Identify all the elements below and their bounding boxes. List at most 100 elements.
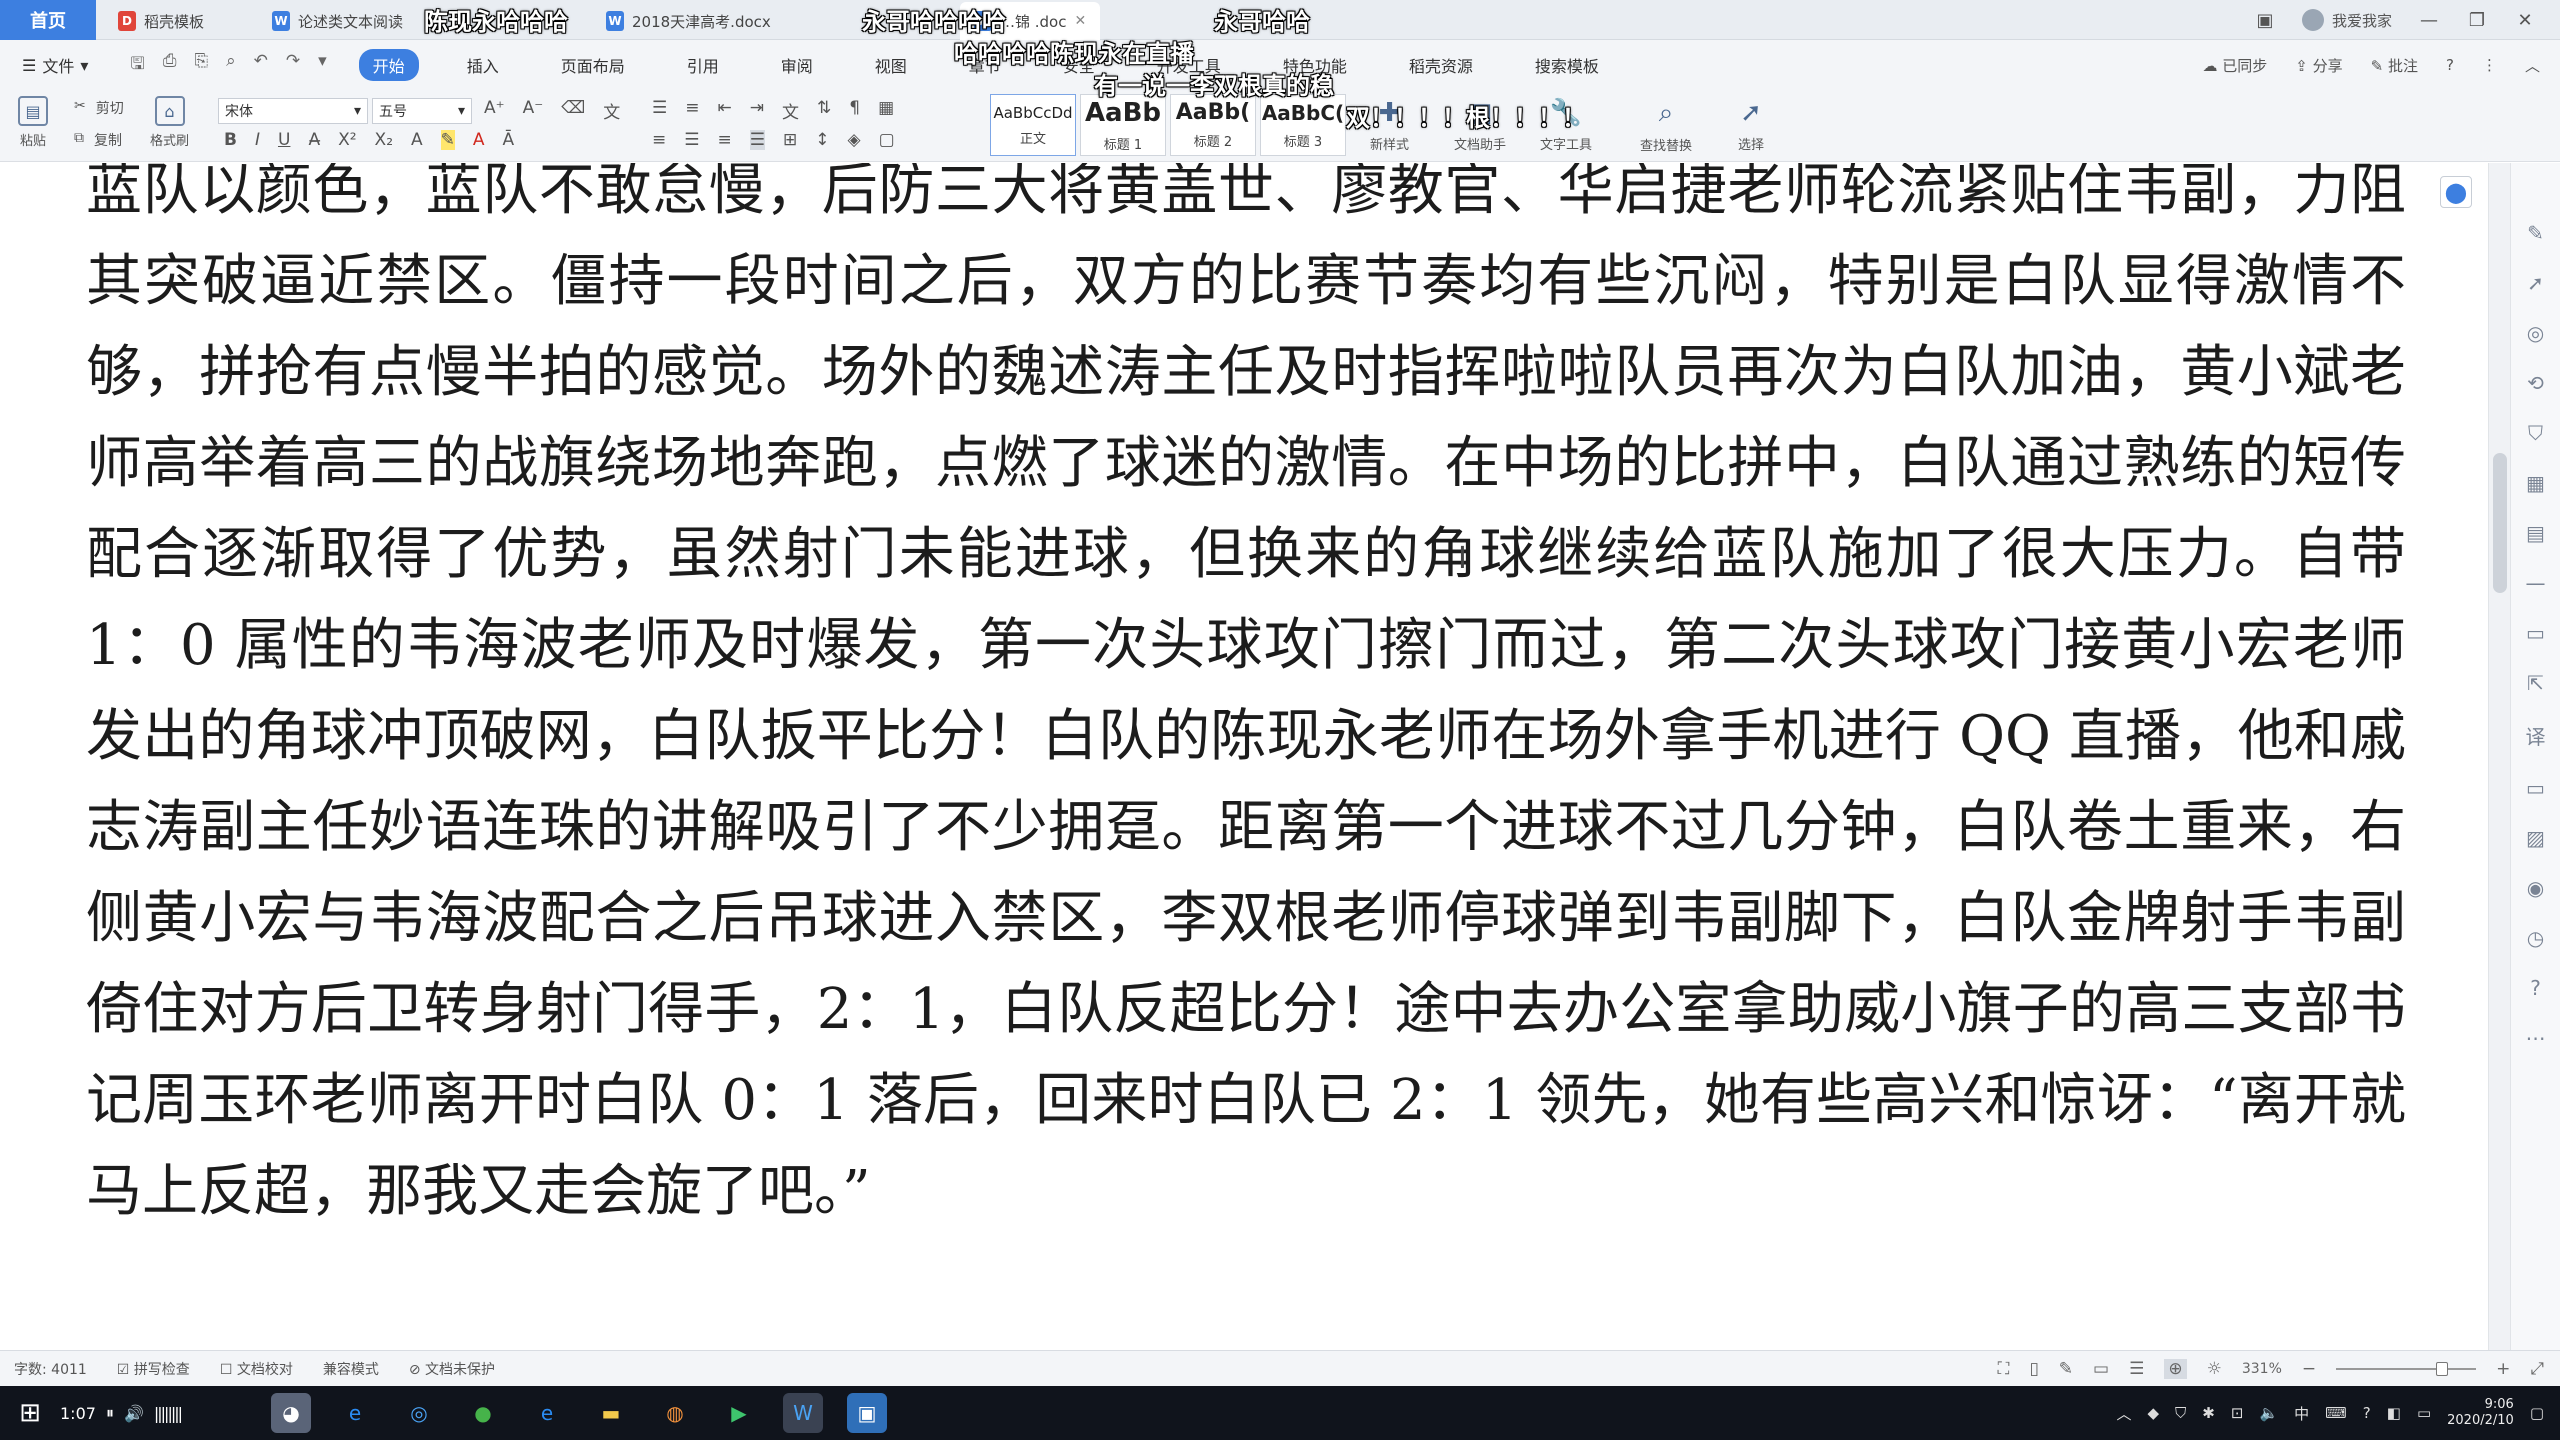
zoom-slider-knob[interactable]: [2436, 1362, 2449, 1376]
undo-icon[interactable]: ↶: [254, 51, 268, 80]
home-tab[interactable]: 首页: [0, 0, 96, 40]
backup-icon[interactable]: ⟲: [2527, 371, 2544, 395]
app-ie-icon[interactable]: e: [335, 1393, 375, 1433]
redo-icon[interactable]: ↷: [286, 51, 300, 80]
apps-grid-icon[interactable]: ▦: [2526, 471, 2545, 495]
borders-icon[interactable]: ▢: [879, 130, 895, 150]
export-pdf-icon[interactable]: ⎙: [163, 51, 177, 80]
subscript-icon[interactable]: X₂: [375, 130, 393, 150]
app-screen-capture-icon[interactable]: ▣: [847, 1393, 887, 1433]
web-view-icon[interactable]: ⊕: [2164, 1359, 2187, 1379]
shading-icon[interactable]: ◈: [848, 130, 861, 150]
app-edge-icon[interactable]: e: [527, 1393, 567, 1433]
template-icon[interactable]: ▭: [2526, 776, 2545, 800]
tab-docer-resources[interactable]: 稻壳资源: [1395, 49, 1487, 81]
fit-window-icon[interactable]: ⤢: [2530, 1359, 2544, 1379]
document-paragraph[interactable]: 蓝队以颜色，蓝队不敢怠慢，后防三大将黄盖世、廖教官、华启捷老师轮流紧贴住韦副，力…: [86, 163, 2406, 1237]
style-normal[interactable]: AaBbCcDd 正文: [990, 94, 1076, 156]
tray-app-icon[interactable]: ◆: [2147, 1404, 2159, 1422]
location-icon[interactable]: ◉: [2527, 876, 2544, 900]
chart-icon[interactable]: ▤: [2526, 521, 2545, 545]
shrink-font-icon[interactable]: A⁻: [523, 98, 544, 123]
document-icon[interactable]: ▭: [2526, 621, 2545, 645]
tab-page-layout[interactable]: 页面布局: [547, 49, 639, 81]
vertical-scrollbar[interactable]: [2488, 163, 2510, 1350]
speaker-icon[interactable]: 🔈: [2259, 1404, 2278, 1422]
tab-home[interactable]: 开始: [358, 49, 419, 81]
clear-format-icon[interactable]: ⌫: [561, 98, 585, 123]
document-body[interactable]: 蓝队以颜色，蓝队不敢怠慢，后防三大将黄盖世、廖教官、华启捷老师轮流紧贴住韦副，力…: [86, 163, 2406, 1237]
distributed-icon[interactable]: ⊞: [783, 130, 797, 150]
tab-insert[interactable]: 插入: [453, 49, 513, 81]
strikethrough-icon[interactable]: A̶: [308, 130, 320, 150]
tab-search-templates[interactable]: 搜索模板: [1521, 49, 1613, 81]
app-browser-icon[interactable]: ◎: [399, 1393, 439, 1433]
outline-view-icon[interactable]: ☰: [2129, 1359, 2144, 1379]
write-mode-icon[interactable]: ✎: [2059, 1359, 2073, 1379]
superscript-icon[interactable]: X²: [338, 130, 356, 150]
comment-button[interactable]: ✎ 批注: [2371, 55, 2418, 76]
spell-check-button[interactable]: ☑ 拼写检查: [117, 1359, 190, 1379]
underline-icon[interactable]: U: [278, 130, 290, 150]
font-size-select[interactable]: 五号 ▾: [372, 98, 472, 124]
select-cursor-icon[interactable]: ➚: [2527, 271, 2544, 295]
tab-docer-templates[interactable]: D 稻壳模板: [104, 2, 218, 40]
format-painter-button[interactable]: ⌂ 格式刷: [150, 96, 189, 149]
minimize-icon[interactable]: —: [2418, 10, 2440, 31]
cut-button[interactable]: ✂ 剪切: [74, 98, 124, 118]
translate-icon[interactable]: 译: [2526, 721, 2546, 750]
action-center-icon[interactable]: ▢: [2530, 1404, 2544, 1422]
align-left-icon[interactable]: ≡: [652, 130, 666, 150]
scrollbar-thumb[interactable]: [2493, 453, 2507, 593]
sync-button[interactable]: ☁ 已同步: [2203, 55, 2268, 76]
sort-icon[interactable]: ⇅: [817, 98, 831, 123]
stamp-icon[interactable]: ⛉: [2528, 421, 2543, 445]
ime-icon[interactable]: 中: [2294, 1403, 2309, 1424]
tray-expand-icon[interactable]: ︿: [2116, 1403, 2131, 1424]
tab-review[interactable]: 审阅: [767, 49, 827, 81]
shape-icon[interactable]: ◎: [2527, 321, 2544, 345]
help-icon[interactable]: ?: [2446, 56, 2454, 74]
keyboard-icon[interactable]: ⌨: [2325, 1404, 2347, 1422]
reading-view-icon[interactable]: ▯: [2029, 1359, 2038, 1379]
zoom-slider[interactable]: [2336, 1362, 2477, 1376]
align-right-icon[interactable]: ≡: [718, 130, 732, 150]
zoom-level[interactable]: 331%: [2242, 1361, 2282, 1377]
font-color-icon[interactable]: A: [473, 130, 485, 150]
app-wps-writer-icon[interactable]: W: [783, 1393, 823, 1433]
show-marks-icon[interactable]: ¶: [849, 98, 860, 123]
app-sogou-icon[interactable]: ◕: [271, 1393, 311, 1433]
more-horizontal-icon[interactable]: ⋯: [2526, 1026, 2546, 1050]
close-icon[interactable]: ✕: [1074, 13, 1086, 29]
print-icon[interactable]: ⎘: [194, 51, 208, 80]
copy-button[interactable]: ⧉ 复制: [74, 130, 122, 150]
bold-icon[interactable]: B: [224, 130, 237, 150]
app-media-player-icon[interactable]: ▶: [719, 1393, 759, 1433]
network-icon[interactable]: ⊡: [2231, 1404, 2244, 1422]
tab-essay-reading[interactable]: W 论述类文本阅读: [258, 2, 417, 40]
bluetooth-icon[interactable]: ✱: [2202, 1404, 2215, 1422]
paste-button[interactable]: ▤ 粘贴: [18, 96, 48, 149]
user-account[interactable]: 我爱我家: [2301, 9, 2392, 31]
tray-shield-icon[interactable]: ◧: [2387, 1404, 2401, 1422]
app-explorer-icon[interactable]: ▬: [591, 1393, 631, 1433]
zoom-in-icon[interactable]: +: [2496, 1359, 2510, 1379]
find-replace-button[interactable]: ⌕ 查找替换: [1640, 98, 1692, 154]
notification-icon[interactable]: ▭: [2417, 1404, 2431, 1422]
help-icon[interactable]: ?: [2363, 1404, 2371, 1422]
help-circle-icon[interactable]: ?: [2530, 976, 2541, 1000]
history-icon[interactable]: ◷: [2527, 926, 2544, 950]
print-preview-icon[interactable]: ⌕: [226, 51, 236, 80]
system-clock[interactable]: 9:06 2020/2/10: [2447, 1397, 2514, 1429]
align-center-icon[interactable]: ☰: [684, 130, 699, 150]
tray-security-icon[interactable]: ⛉: [2175, 1404, 2186, 1422]
numbering-icon[interactable]: ≡: [685, 98, 699, 123]
char-shading-icon[interactable]: Ā: [503, 130, 515, 150]
edit-icon[interactable]: ✎: [2527, 221, 2544, 245]
zoom-out-icon[interactable]: −: [2302, 1359, 2316, 1379]
word-count[interactable]: 字数: 4011: [14, 1359, 87, 1379]
share-button[interactable]: ⇪ 分享: [2295, 55, 2342, 76]
file-menu[interactable]: ☰ 文件 ▾: [0, 53, 110, 77]
page-view-icon[interactable]: ▭: [2093, 1359, 2109, 1379]
app-firefox-icon[interactable]: ◍: [655, 1393, 695, 1433]
